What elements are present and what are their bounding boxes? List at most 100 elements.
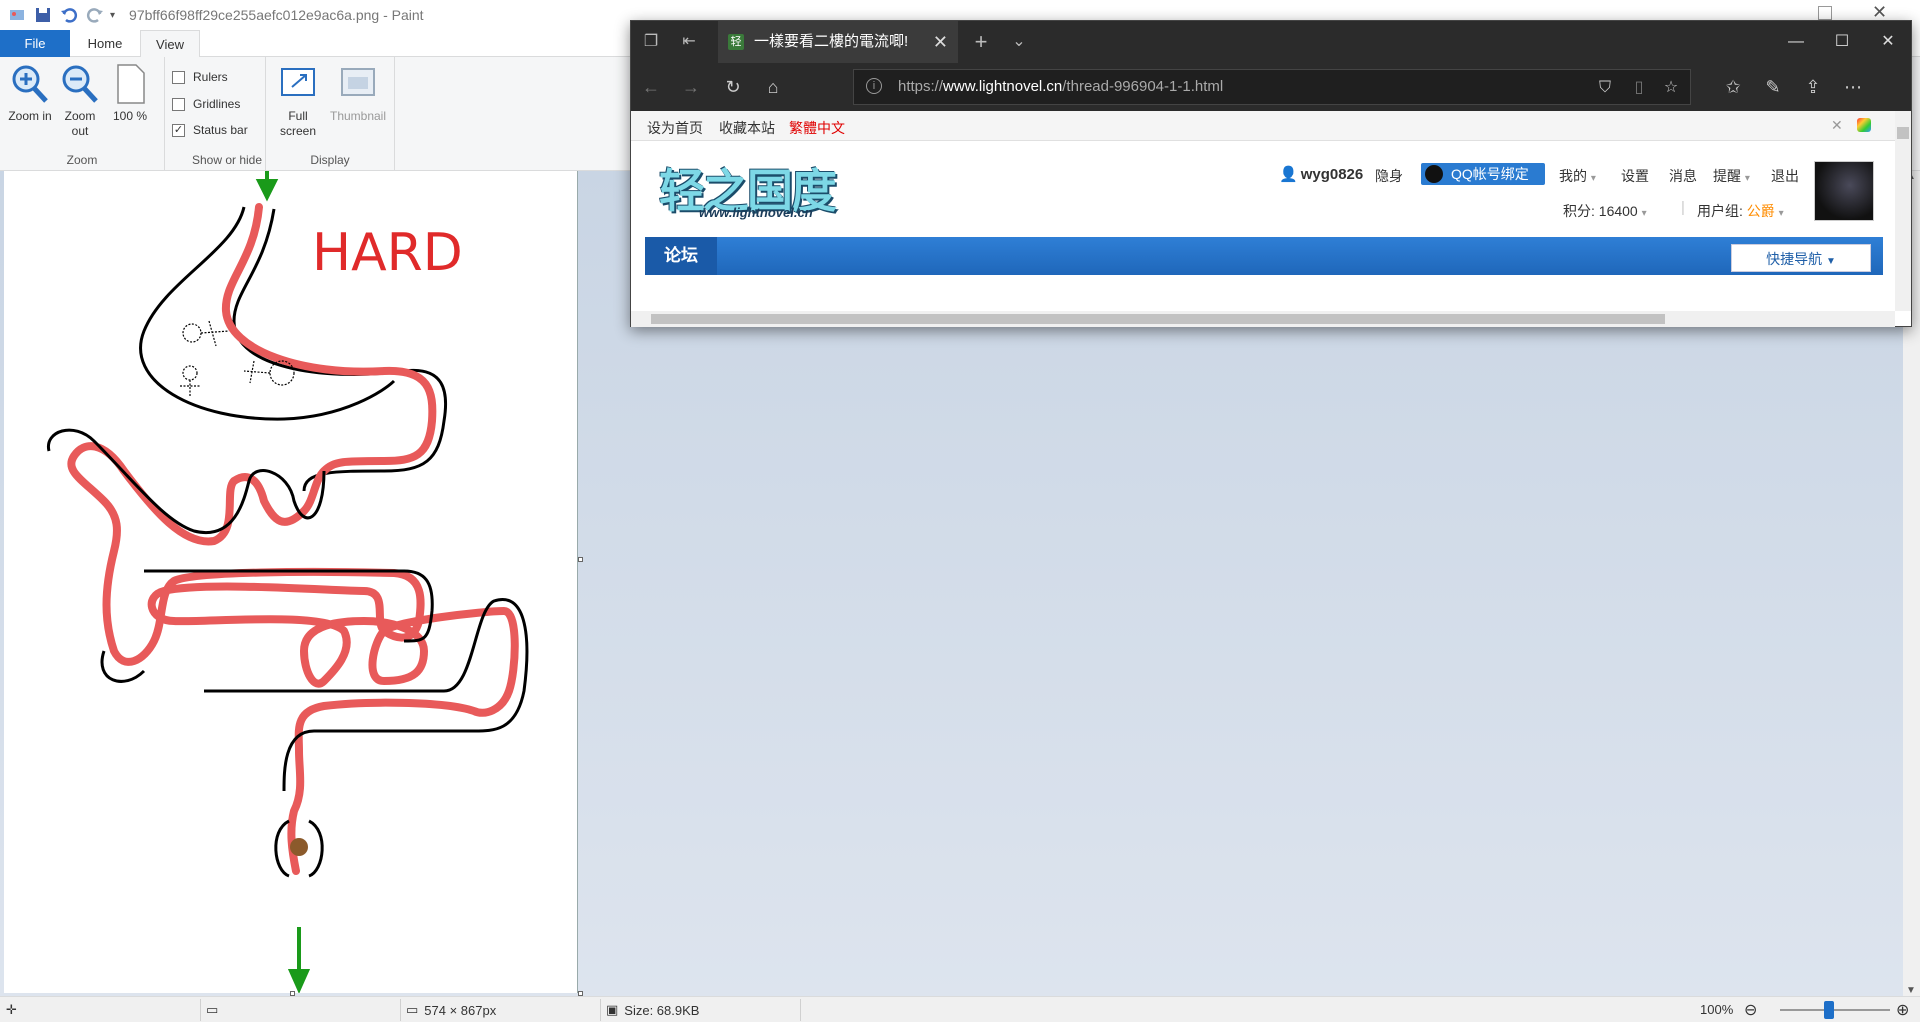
- tab-file[interactable]: File: [0, 30, 70, 57]
- new-tab-icon[interactable]: +: [971, 31, 991, 53]
- tracking-icon[interactable]: ⛉: [1594, 77, 1616, 99]
- restore-button[interactable]: [1818, 6, 1832, 20]
- status-bar-checkbox[interactable]: ✓ Status bar: [172, 120, 248, 140]
- username-text: wyg0826: [1300, 166, 1364, 183]
- thumbnail-label: Thumbnail: [329, 109, 387, 123]
- full-screen-icon: [281, 68, 315, 96]
- points-label: 积分: 16400: [1563, 203, 1638, 219]
- maze-drawing: [47, 171, 529, 993]
- zoom-in-button[interactable]: Zoom in: [6, 63, 54, 124]
- reading-view-icon[interactable]: ▯: [1628, 77, 1650, 99]
- collapse-icon[interactable]: ✕: [1831, 117, 1843, 134]
- invisible-status[interactable]: 隐身: [1375, 166, 1403, 186]
- username-link[interactable]: 👤 wyg0826: [1279, 165, 1363, 183]
- tab-list-chevron-icon[interactable]: ⌄: [1009, 32, 1029, 52]
- quick-nav-label: 快捷导航: [1766, 251, 1823, 267]
- full-screen-button[interactable]: Full screen: [274, 63, 322, 139]
- bookmark-site-link[interactable]: 收藏本站: [719, 118, 775, 138]
- zoom-in-icon: [12, 65, 48, 103]
- undo-icon[interactable]: [60, 6, 78, 24]
- window-title: 97bff66f98ff29ce255aefc012e9ac6a.png - P…: [129, 7, 424, 23]
- file-size: ▣ Size: 68.9KB: [606, 1002, 699, 1018]
- zoom-slider-track[interactable]: [1780, 1009, 1890, 1011]
- zoom-level: 100%: [1700, 1002, 1734, 1017]
- image-dimensions-icon: ▭: [406, 1002, 419, 1017]
- disk-icon: ▣: [606, 1002, 619, 1017]
- url-domain: www.lightnovel.cn: [943, 78, 1063, 95]
- tab-preview-icon[interactable]: ❐: [641, 32, 661, 52]
- top-arrow: [255, 171, 279, 202]
- menu-messages[interactable]: 消息: [1669, 166, 1697, 186]
- forward-icon[interactable]: →: [679, 75, 703, 99]
- share-icon[interactable]: ⇪: [1801, 75, 1825, 99]
- site-info-icon[interactable]: i: [866, 78, 882, 94]
- close-button[interactable]: ✕: [1865, 21, 1911, 63]
- rulers-checkbox[interactable]: Rulers: [172, 67, 228, 87]
- web-page: 设为首页 收藏本站 繁體中文 ✕ 轻之国度 www.lightnovel.cn …: [631, 111, 1895, 311]
- file-size-text: Size: 68.9KB: [624, 1002, 700, 1018]
- menu-logout[interactable]: 退出: [1771, 166, 1799, 186]
- site-logo[interactable]: 轻之国度 www.lightnovel.cn: [659, 155, 869, 225]
- thumbnail-button[interactable]: Thumbnail: [328, 63, 388, 124]
- cursor-position-icon: ✛: [6, 1002, 17, 1017]
- site-topbar: 设为首页 收藏本站 繁體中文 ✕: [631, 111, 1895, 141]
- points[interactable]: 积分: 16400 ▾: [1563, 201, 1647, 221]
- full-screen-label: Full screen: [279, 109, 317, 138]
- style-switch-icon[interactable]: [1857, 118, 1871, 132]
- drawing-canvas[interactable]: HARD: [4, 171, 578, 993]
- refresh-icon[interactable]: ↻: [721, 75, 745, 99]
- quick-nav-button[interactable]: 快捷导航 ▼: [1731, 244, 1871, 272]
- edge-nav-bar: ← → ↻ ⌂ i https://www.lightnovel.cn/thre…: [631, 63, 1911, 111]
- redo-icon[interactable]: [86, 6, 104, 24]
- maximize-button[interactable]: ☐: [1819, 21, 1865, 63]
- page-scroll-thumb[interactable]: [1897, 127, 1909, 139]
- resize-handle-right[interactable]: [578, 557, 583, 562]
- zoom-group-label: Zoom: [66, 153, 98, 167]
- nav-forum[interactable]: 论坛: [645, 237, 717, 275]
- rulers-check-box[interactable]: [172, 70, 185, 84]
- qq-bind-button[interactable]: QQ帐号绑定: [1421, 163, 1545, 185]
- more-icon[interactable]: ⋯: [1841, 75, 1865, 99]
- zoom-out-button[interactable]: Zoom out: [56, 63, 104, 139]
- zoom-100-button[interactable]: 100 %: [106, 63, 154, 124]
- zoom-out-small-button[interactable]: ⊖: [1744, 1000, 1757, 1020]
- gridlines-check-box[interactable]: [172, 97, 185, 111]
- zoom-out-label: Zoom out: [64, 109, 96, 138]
- avatar[interactable]: [1814, 161, 1874, 221]
- zoom-slider-thumb[interactable]: [1824, 1001, 1834, 1019]
- gridlines-checkbox[interactable]: Gridlines: [172, 94, 240, 114]
- home-icon[interactable]: ⌂: [761, 75, 785, 99]
- minimize-button[interactable]: —: [1773, 21, 1819, 63]
- set-homepage-link[interactable]: 设为首页: [647, 118, 703, 138]
- menu-reminders[interactable]: 提醒 ▾: [1713, 166, 1750, 186]
- tab-view[interactable]: View: [140, 30, 200, 58]
- browser-tab-active[interactable]: 轻 一樣要看二樓的電流唧! ✕: [718, 21, 958, 63]
- menu-settings[interactable]: 设置: [1621, 166, 1649, 186]
- status-bar-check-box[interactable]: ✓: [172, 123, 185, 137]
- address-bar[interactable]: i https://www.lightnovel.cn/thread-99690…: [853, 69, 1691, 105]
- scroll-down-arrow[interactable]: ▼: [1906, 985, 1916, 996]
- set-tabs-aside-icon[interactable]: ⇤: [679, 32, 699, 52]
- zoom-in-label: Zoom in: [8, 109, 52, 123]
- show-or-hide-label: Show or hide: [191, 153, 263, 167]
- page-vertical-scrollbar[interactable]: [1895, 111, 1911, 311]
- tab-close-icon[interactable]: ✕: [933, 21, 948, 63]
- customize-quick-access[interactable]: ▾: [110, 10, 115, 21]
- zoom-out-icon: [62, 65, 98, 103]
- reading-list-icon[interactable]: ✩: [1721, 75, 1745, 99]
- zoom-in-small-button[interactable]: ⊕: [1896, 1000, 1909, 1020]
- tab-home[interactable]: Home: [76, 30, 134, 57]
- page-hscroll-thumb[interactable]: [651, 314, 1665, 324]
- back-icon[interactable]: ←: [639, 75, 663, 99]
- image-dimensions: ▭ 574 × 867px: [406, 1002, 496, 1018]
- page-horizontal-scrollbar[interactable]: [631, 311, 1895, 327]
- thumbnail-icon: [341, 68, 375, 96]
- selection-size-icon: ▭: [206, 1002, 219, 1017]
- save-icon[interactable]: [34, 6, 52, 24]
- usergroup[interactable]: 用户组: 公爵 ▾: [1697, 201, 1784, 221]
- favorite-icon[interactable]: ☆: [1660, 77, 1682, 99]
- traditional-chinese-link[interactable]: 繁體中文: [789, 118, 845, 138]
- zoom-group: Zoom in Zoom out 100 % Zoom: [0, 57, 165, 171]
- pen-icon[interactable]: ✎: [1761, 75, 1785, 99]
- menu-my[interactable]: 我的 ▾: [1559, 166, 1596, 186]
